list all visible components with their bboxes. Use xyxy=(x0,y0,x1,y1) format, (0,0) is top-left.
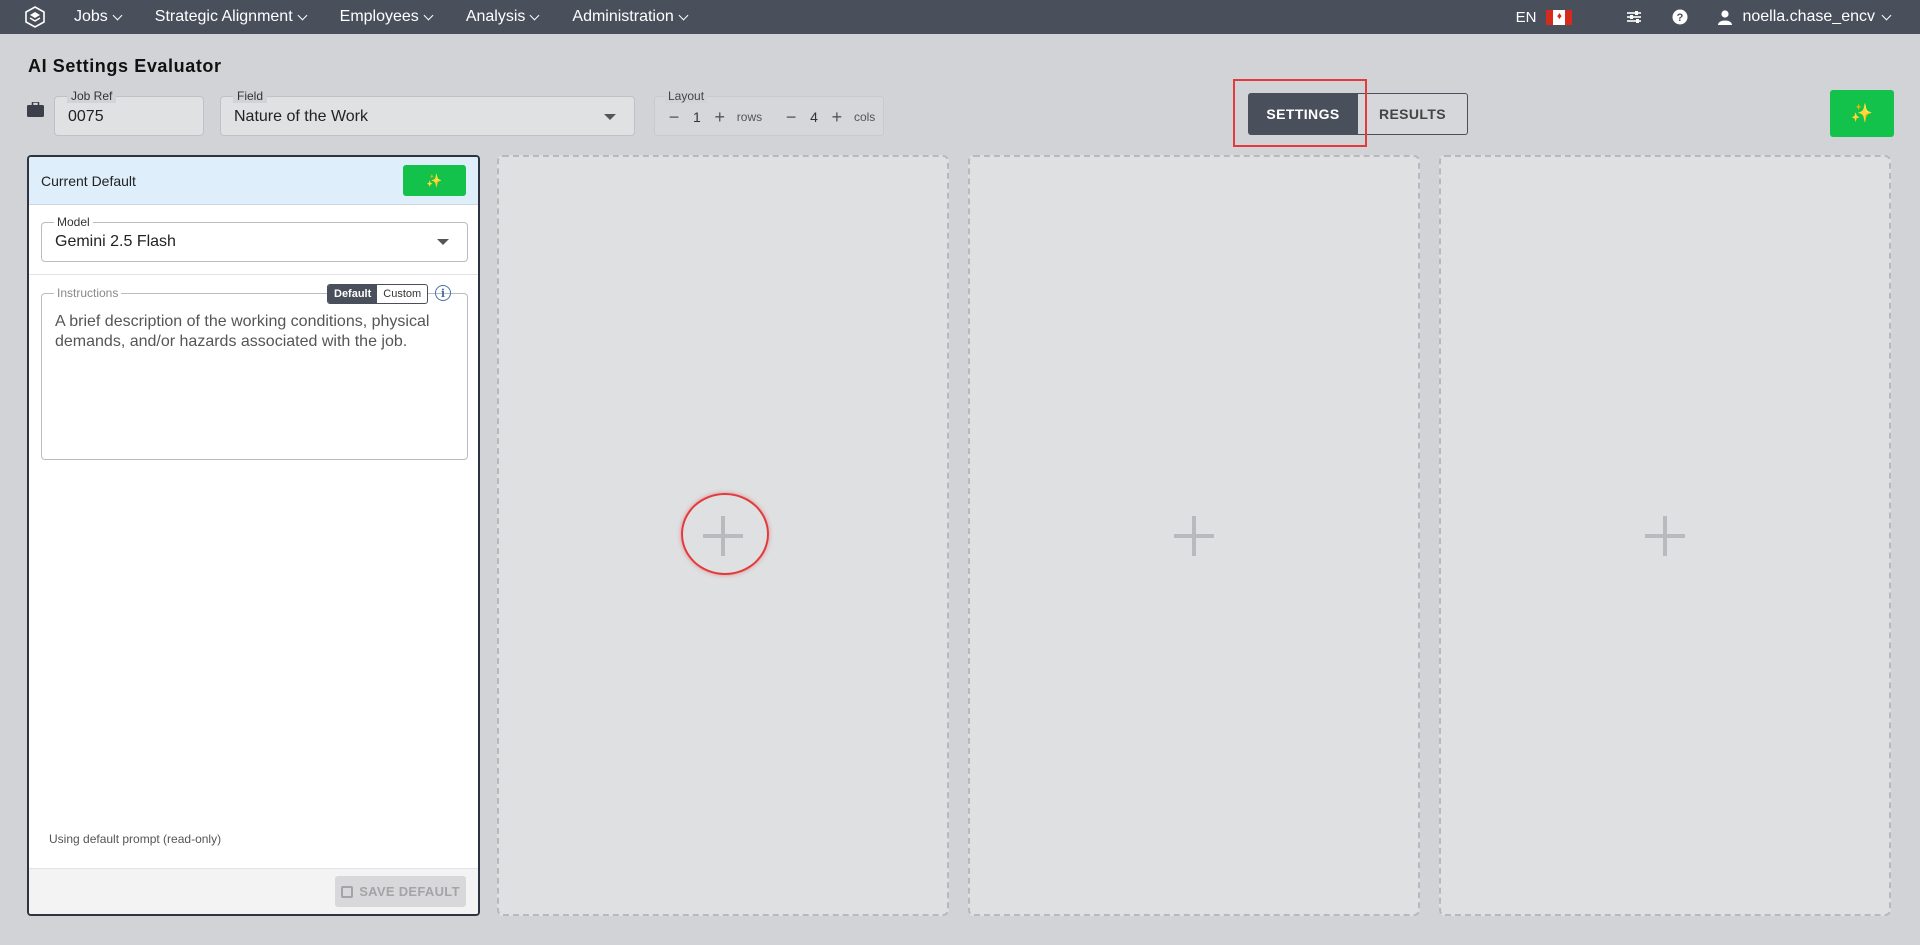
user-name: noella.chase_encv xyxy=(1742,8,1875,25)
model-label: Model xyxy=(54,215,93,229)
rows-unit: rows xyxy=(736,110,763,124)
settings-highlight-marker xyxy=(1233,79,1367,147)
cols-value: 4 xyxy=(810,109,818,125)
instructions-text: A brief description of the working condi… xyxy=(55,313,430,350)
rows-value: 1 xyxy=(693,109,701,125)
add-slot-highlight-marker xyxy=(681,493,769,575)
model-value: Gemini 2.5 Flash xyxy=(55,233,176,250)
save-disk-icon xyxy=(341,885,354,898)
page-title: AI Settings Evaluator xyxy=(28,56,222,76)
panel-header: Current Default ✨ xyxy=(29,157,478,205)
save-default-label: SAVE DEFAULT xyxy=(359,884,460,899)
empty-slot-4[interactable] xyxy=(1439,155,1891,916)
canada-flag-icon[interactable]: ♦ xyxy=(1546,9,1573,25)
layout-control: Layout − 1 + rows − 4 + cols xyxy=(654,89,884,136)
top-nav-bar: Jobs Strategic Alignment Employees Analy… xyxy=(0,0,1920,34)
panel-title: Current Default xyxy=(41,173,136,189)
run-ai-button[interactable]: ✨ xyxy=(1830,90,1894,137)
help-icon[interactable]: ? xyxy=(1672,9,1688,25)
toggle-custom[interactable]: Custom xyxy=(377,285,427,303)
nav-analysis[interactable]: Analysis xyxy=(466,8,540,26)
layout-label: Layout xyxy=(665,89,708,103)
field-value: Nature of the Work xyxy=(234,108,368,125)
cols-increment-button[interactable]: + xyxy=(830,107,844,127)
chevron-down-icon xyxy=(112,10,123,20)
briefcase-icon xyxy=(27,102,44,117)
language-selector[interactable]: EN xyxy=(1516,9,1537,26)
prompt-mode-toggle: Default Custom xyxy=(327,284,429,304)
info-icon[interactable]: i xyxy=(435,285,451,301)
job-ref-field[interactable]: Job Ref 0075 xyxy=(54,89,204,136)
panel-run-ai-button[interactable]: ✨ xyxy=(403,165,466,196)
chevron-down-icon xyxy=(529,10,540,20)
chevron-down-icon xyxy=(423,10,434,20)
cols-decrement-button[interactable]: − xyxy=(784,107,798,127)
nav-administration[interactable]: Administration xyxy=(572,8,689,26)
field-select[interactable]: Field Nature of the Work xyxy=(220,89,635,136)
instructions-label: Instructions xyxy=(54,286,122,300)
empty-slot-3[interactable] xyxy=(968,155,1420,916)
add-icon[interactable] xyxy=(1174,516,1214,556)
chevron-down-icon xyxy=(678,10,689,20)
job-ref-label: Job Ref xyxy=(67,89,117,103)
job-ref-value: 0075 xyxy=(68,108,104,125)
field-label: Field xyxy=(233,89,268,103)
dropdown-arrow-icon xyxy=(437,239,449,245)
save-default-button[interactable]: SAVE DEFAULT xyxy=(335,876,466,907)
dropdown-arrow-icon xyxy=(604,114,616,120)
app-logo-icon[interactable] xyxy=(24,6,46,28)
nav-strategic-alignment[interactable]: Strategic Alignment xyxy=(155,8,308,26)
panel-footer: SAVE DEFAULT xyxy=(29,868,478,914)
default-settings-panel: Current Default ✨ Model Gemini 2.5 Flash… xyxy=(27,155,480,916)
divider xyxy=(29,274,478,275)
settings-sliders-icon[interactable] xyxy=(1626,10,1642,24)
nav-employees[interactable]: Employees xyxy=(340,8,434,26)
rows-decrement-button[interactable]: − xyxy=(667,107,681,127)
user-icon xyxy=(1718,9,1733,25)
results-tab[interactable]: RESULTS xyxy=(1358,93,1468,135)
chevron-down-icon xyxy=(297,10,308,20)
chevron-down-icon xyxy=(1881,10,1892,20)
model-select[interactable]: Model Gemini 2.5 Flash xyxy=(41,215,468,262)
user-menu[interactable]: noella.chase_encv xyxy=(1718,8,1892,26)
instructions-textarea[interactable]: Instructions A brief description of the … xyxy=(41,286,468,460)
svg-text:?: ? xyxy=(1677,12,1684,24)
toggle-default[interactable]: Default xyxy=(328,285,378,303)
rows-increment-button[interactable]: + xyxy=(713,107,727,127)
read-only-note: Using default prompt (read-only) xyxy=(49,832,222,846)
cols-unit: cols xyxy=(853,110,876,124)
nav-jobs[interactable]: Jobs xyxy=(74,8,123,26)
add-icon[interactable] xyxy=(1645,516,1685,556)
